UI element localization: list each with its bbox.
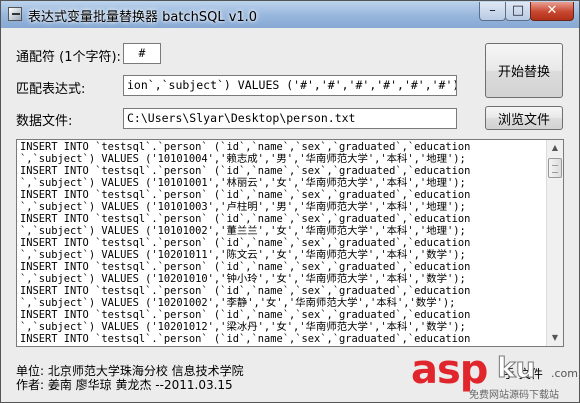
scroll-up-icon[interactable]: ▲: [547, 140, 563, 156]
watermark-logo: asp ku .com 免费网站源码下载站: [411, 347, 579, 402]
footer-author: 作者: 姜南 廖华琼 黄龙杰 --2011.03.15: [16, 378, 233, 392]
watermark-tagline: 免费网站源码下载站: [469, 390, 559, 401]
minimize-button[interactable]: –: [479, 2, 506, 21]
output-text: INSERT INTO `testsql`.`person` (`id`,`na…: [20, 141, 471, 345]
expression-input[interactable]: ion`,`subject`) VALUES ('#','#','#','#',…: [123, 75, 457, 96]
browse-file-button[interactable]: 浏览文件: [485, 106, 563, 130]
datafile-label: 数据文件:: [16, 114, 73, 129]
output-textarea[interactable]: INSERT INTO `testsql`.`person` (`id`,`na…: [16, 139, 564, 347]
expression-label: 匹配表达式:: [16, 82, 86, 97]
close-button[interactable]: ✕: [530, 2, 574, 21]
scroll-down-icon[interactable]: ▼: [547, 330, 563, 346]
vertical-scrollbar[interactable]: ▲ ▼: [546, 140, 563, 346]
wildcard-input[interactable]: #: [123, 43, 161, 64]
scroll-thumb[interactable]: [548, 158, 562, 178]
window-title: 表达式变量批量替换器 batchSQL v1.0: [28, 10, 258, 25]
watermark-com: .com: [551, 367, 578, 380]
watermark-ku: ku: [497, 351, 537, 385]
wildcard-label: 通配符 (1个字符):: [16, 50, 121, 65]
title-bar[interactable]: 表达式变量批量替换器 batchSQL v1.0 – □ ✕: [1, 1, 579, 28]
app-window: 表达式变量批量替换器 batchSQL v1.0 – □ ✕ 通配符 (1个字符…: [0, 0, 580, 403]
start-replace-button[interactable]: 开始替换: [485, 43, 563, 98]
datafile-input[interactable]: C:\Users\Slyar\Desktop\person.txt: [123, 108, 457, 129]
app-icon[interactable]: [8, 7, 22, 21]
maximize-button[interactable]: □: [505, 2, 531, 21]
